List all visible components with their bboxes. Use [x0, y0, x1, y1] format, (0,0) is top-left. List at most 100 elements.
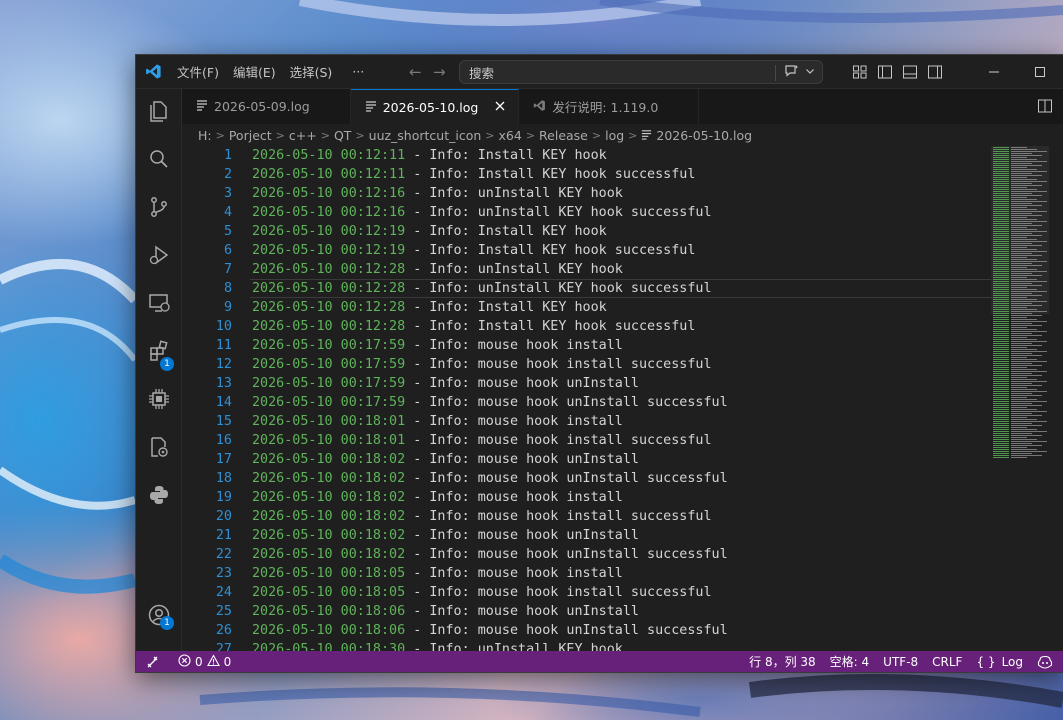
breadcrumb-item[interactable]: Porject [229, 128, 272, 143]
chip-icon[interactable] [136, 379, 182, 419]
code-line[interactable]: 1 2026-05-10 00:12:11 - Info: Install KEY… [182, 146, 1063, 165]
minimap-line-text [1011, 387, 1027, 388]
code-line[interactable]: 9 2026-05-10 00:12:28 - Info: Install KEY… [182, 298, 1063, 317]
problems-indicator[interactable]: 0 0 [178, 653, 231, 670]
code-line[interactable]: 16 2026-05-10 00:18:01 - Info: mouse hook… [182, 431, 1063, 450]
split-editor-icon[interactable] [1037, 98, 1053, 118]
code-line[interactable]: 13 2026-05-10 00:17:59 - Info: mouse hook… [182, 374, 1063, 393]
toggle-primary-sidebar-icon[interactable] [877, 64, 893, 84]
cmake-icon[interactable] [136, 427, 182, 467]
language-mode[interactable]: { } Log [969, 655, 1030, 669]
indentation[interactable]: 空格: 4 [823, 653, 877, 670]
maximize-icon[interactable] [1017, 55, 1063, 89]
code-line[interactable]: 22 2026-05-10 00:18:02 - Info: mouse hook… [182, 545, 1063, 564]
code-line[interactable]: 27 2026-05-10 00:18:30 - Info: unInstall … [182, 640, 1063, 651]
code-editor[interactable]: 1 2026-05-10 00:12:11 - Info: Install KEY… [182, 146, 1063, 651]
code-line[interactable]: 24 2026-05-10 00:18:05 - Info: mouse hook… [182, 583, 1063, 602]
minimap-line-timestamp [993, 229, 1009, 230]
log-message: Install KEY hook [477, 148, 607, 163]
encoding[interactable]: UTF-8 [876, 655, 925, 669]
customize-layout-icon[interactable] [852, 64, 868, 84]
tab-2026-05-10-log[interactable]: 2026-05-10.log [350, 89, 520, 124]
breadcrumb-separator-icon: > [591, 128, 602, 142]
minimap-line-timestamp [993, 379, 1009, 380]
minimap-line-timestamp [993, 405, 1009, 406]
command-center-search[interactable]: 搜索 [459, 60, 823, 84]
code-line[interactable]: 7 2026-05-10 00:12:28 - Info: unInstall K… [182, 260, 1063, 279]
breadcrumb: H: > Porject > c++ > QT > uuz_shortcut_icon > x64 >… [182, 124, 1063, 146]
menu-edit[interactable]: 编辑(E) [226, 60, 283, 84]
code-line[interactable]: 23 2026-05-10 00:18:05 - Info: mouse hook… [182, 564, 1063, 583]
minimap-line-text [1011, 311, 1047, 312]
code-line[interactable]: 25 2026-05-10 00:18:06 - Info: mouse hook… [182, 602, 1063, 621]
minimap-line-text [1011, 305, 1042, 306]
cursor-position[interactable]: 行 8，列 38 [742, 653, 823, 670]
python-icon[interactable] [136, 475, 182, 515]
code-line[interactable]: 4 2026-05-10 00:12:16 - Info: unInstall K… [182, 203, 1063, 222]
log-space [470, 547, 478, 562]
forward-arrow-icon[interactable]: → [427, 63, 451, 81]
explorer-icon[interactable] [136, 91, 182, 131]
search-icon[interactable] [136, 139, 182, 179]
run-debug-icon[interactable] [136, 235, 182, 275]
log-timestamp: 2026-05-10 00:12:16 [252, 186, 406, 201]
minimap-line-text [1011, 149, 1037, 150]
code-line[interactable]: 3 2026-05-10 00:12:16 - Info: unInstall K… [182, 184, 1063, 203]
code-line[interactable]: 17 2026-05-10 00:18:02 - Info: mouse hook… [182, 450, 1063, 469]
breadcrumb-item[interactable]: H: [198, 128, 212, 143]
extensions-icon[interactable] [136, 331, 182, 371]
end-of-line[interactable]: CRLF [925, 655, 969, 669]
minimap-line-timestamp [993, 445, 1009, 446]
code-line[interactable]: 12 2026-05-10 00:17:59 - Info: mouse hook… [182, 355, 1063, 374]
gear-icon[interactable] [136, 643, 182, 651]
breadcrumb-item[interactable]: uuz_shortcut_icon [369, 128, 482, 143]
menu-selection[interactable]: 选择(S) [283, 60, 340, 84]
minimap-line-text [1011, 291, 1047, 292]
tab-release-notes[interactable]: 发行说明: 1.119.0 × [519, 89, 700, 124]
code-line[interactable]: 26 2026-05-10 00:18:06 - Info: mouse hook… [182, 621, 1063, 640]
remote-indicator-icon[interactable] [136, 651, 170, 672]
breadcrumb-item[interactable]: log [605, 128, 624, 143]
code-line[interactable]: 20 2026-05-10 00:18:02 - Info: mouse hook… [182, 507, 1063, 526]
tab-2026-05-09-log[interactable]: 2026-05-09.log × [182, 89, 351, 124]
code-line[interactable]: 2 2026-05-10 00:12:11 - Info: Install KEY… [182, 165, 1063, 184]
chevron-down-icon[interactable] [804, 65, 816, 80]
breadcrumb-item[interactable]: 2026-05-10.log [656, 128, 752, 143]
log-space [470, 357, 478, 372]
log-timestamp: 2026-05-10 00:17:59 [252, 357, 406, 372]
copilot-chat-icon[interactable] [784, 63, 800, 82]
minimap-line-timestamp [993, 249, 1009, 250]
code-line[interactable]: 10 2026-05-10 00:12:28 - Info: Install KE… [182, 317, 1063, 336]
menu-more[interactable]: ··· [345, 60, 371, 84]
source-control-icon[interactable] [136, 187, 182, 227]
minimap-line-timestamp [993, 433, 1009, 434]
breadcrumb-item[interactable]: x64 [499, 128, 522, 143]
code-line[interactable]: 5 2026-05-10 00:12:19 - Info: Install KEY… [182, 222, 1063, 241]
breadcrumb-item[interactable]: QT [334, 128, 351, 143]
toggle-secondary-sidebar-icon[interactable] [927, 64, 943, 84]
code-line[interactable]: 14 2026-05-10 00:17:59 - Info: mouse hook… [182, 393, 1063, 412]
toggle-panel-icon[interactable] [902, 64, 918, 84]
code-line[interactable]: 15 2026-05-10 00:18:01 - Info: mouse hook… [182, 412, 1063, 431]
accounts-icon[interactable] [136, 595, 182, 635]
minimap-line-text [1011, 267, 1027, 268]
minimap-line-timestamp [993, 217, 1009, 218]
minimap[interactable] [991, 146, 1049, 458]
minimap-line-text [1011, 191, 1047, 192]
back-arrow-icon[interactable]: ← [403, 63, 427, 81]
code-line[interactable]: 21 2026-05-10 00:18:02 - Info: mouse hook… [182, 526, 1063, 545]
minimize-icon[interactable] [971, 55, 1017, 89]
minimap-line-timestamp [993, 365, 1009, 366]
code-line[interactable]: 6 2026-05-10 00:12:19 - Info: Install KEY… [182, 241, 1063, 260]
minimap-line-timestamp [993, 309, 1009, 310]
copilot-status-icon[interactable] [1030, 655, 1063, 669]
breadcrumb-item[interactable]: c++ [289, 128, 317, 143]
code-line[interactable]: 8 2026-05-10 00:12:28 - Info: unInstall K… [182, 279, 1063, 298]
code-line[interactable]: 18 2026-05-10 00:18:02 - Info: mouse hook… [182, 469, 1063, 488]
close-icon[interactable] [492, 99, 508, 115]
menu-file[interactable]: 文件(F) [170, 60, 226, 84]
code-line[interactable]: 11 2026-05-10 00:17:59 - Info: mouse hook… [182, 336, 1063, 355]
code-line[interactable]: 19 2026-05-10 00:18:02 - Info: mouse hook… [182, 488, 1063, 507]
remote-explorer-icon[interactable] [136, 283, 182, 323]
breadcrumb-item[interactable]: Release [539, 128, 588, 143]
